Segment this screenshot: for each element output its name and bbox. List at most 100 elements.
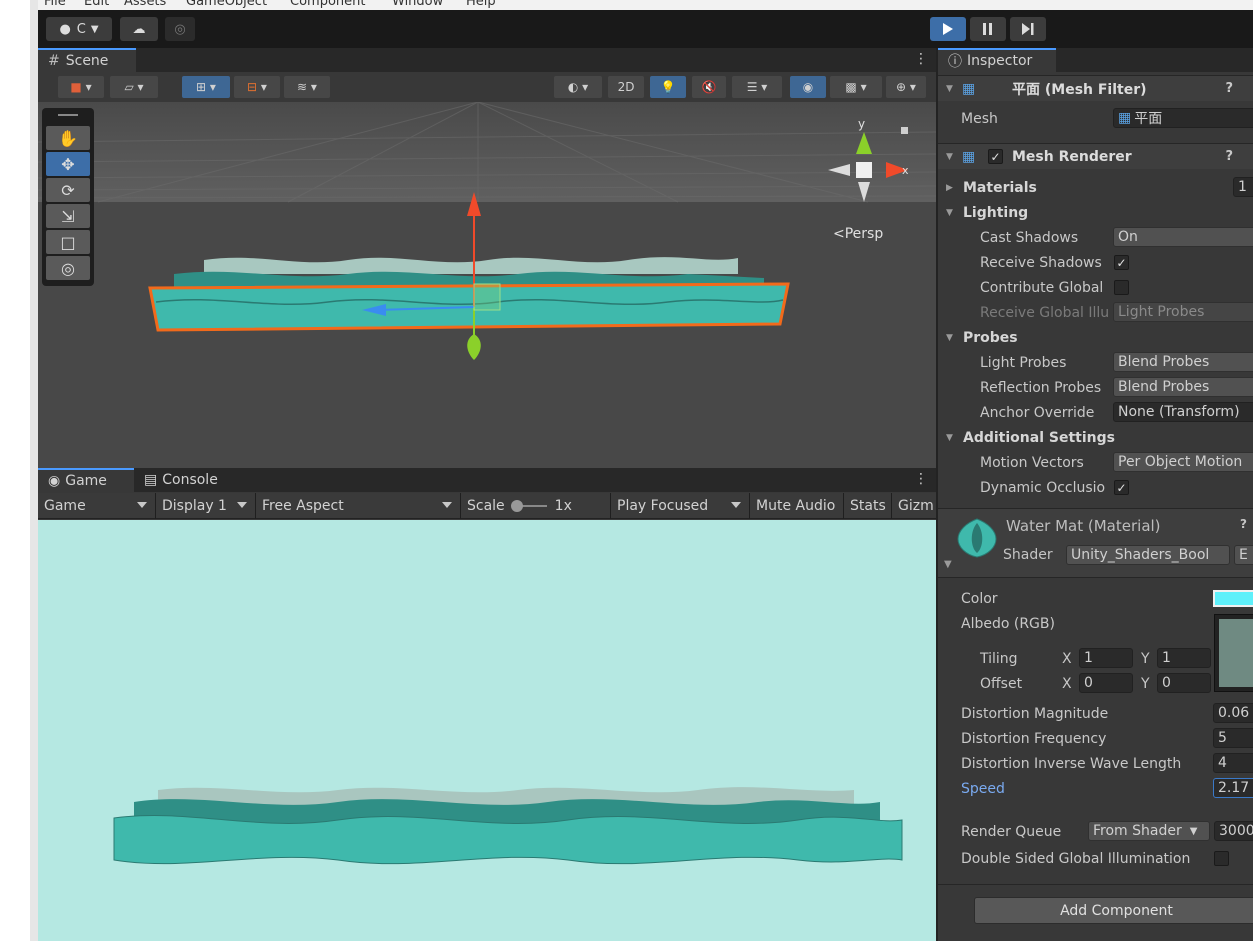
game-mode-dropdown[interactable]: Game: [38, 493, 156, 519]
scale-slider-thumb[interactable]: [510, 500, 523, 512]
help-icon[interactable]: ?: [1240, 517, 1247, 531]
menu-assets[interactable]: Assets: [124, 0, 166, 9]
materials-count-field[interactable]: 1: [1233, 177, 1253, 197]
account-button[interactable]: ● C ▼: [46, 17, 112, 41]
double-sided-checkbox[interactable]: [1214, 851, 1229, 866]
lighting-toggle-button[interactable]: 💡: [650, 76, 686, 98]
tab-inspector[interactable]: ⓘ Inspector: [938, 48, 1056, 72]
light-probes-dropdown[interactable]: Blend Probes: [1113, 352, 1253, 372]
anchor-override-field[interactable]: None (Transform): [1113, 402, 1253, 422]
cast-shadows-row: Cast Shadows On: [938, 225, 1253, 250]
receive-shadows-checkbox[interactable]: ✓: [1114, 255, 1129, 270]
material-header[interactable]: Water Mat (Material) ? Shader Unity_Shad…: [938, 508, 1253, 578]
mesh-renderer-enabled-checkbox[interactable]: ✓: [988, 149, 1003, 164]
rect-tool-button[interactable]: □: [46, 230, 90, 254]
console-icon: ▤: [144, 472, 158, 488]
display-dropdown[interactable]: Display 1: [156, 493, 256, 519]
shader-dropdown[interactable]: Unity_Shaders_Bool: [1066, 545, 1230, 565]
help-icon[interactable]: ?: [1225, 81, 1233, 96]
menu-window[interactable]: Window: [392, 0, 443, 9]
motion-vectors-row: Motion Vectors Per Object Motion: [938, 450, 1253, 475]
motion-vectors-dropdown[interactable]: Per Object Motion: [1113, 452, 1253, 472]
help-icon[interactable]: ?: [1225, 149, 1233, 164]
mute-audio-toggle[interactable]: Mute Audio: [750, 493, 844, 519]
menu-gameobject[interactable]: GameObject: [186, 0, 267, 9]
game-more-icon[interactable]: ⋮: [914, 471, 928, 487]
offset-y-field[interactable]: 0: [1157, 673, 1211, 693]
shader-edit-button[interactable]: E: [1234, 545, 1253, 565]
render-queue-field[interactable]: 3000: [1214, 821, 1253, 841]
tiling-y-field[interactable]: 1: [1157, 648, 1211, 668]
rotate-tool-button[interactable]: ⟳: [46, 178, 90, 202]
ruler-button[interactable]: ≋ ▾: [284, 76, 330, 98]
mesh-filter-header[interactable]: ▼ ▦ 平面 (Mesh Filter) ?: [938, 75, 1253, 101]
pause-button[interactable]: [970, 17, 1006, 41]
cloud-button[interactable]: ☁: [120, 17, 158, 41]
toggle-2d-button[interactable]: 2D: [608, 76, 644, 98]
camera-button[interactable]: ▩ ▾: [830, 76, 882, 98]
tiling-y-value: 1: [1162, 650, 1171, 666]
lightbulb-icon: 💡: [660, 80, 676, 94]
scene-viewport[interactable]: y x <Persp: [38, 102, 936, 468]
additional-settings-row[interactable]: ▼ Additional Settings: [938, 425, 1253, 450]
hidden-objects-button[interactable]: ◉: [790, 76, 826, 98]
dynamic-occlusion-checkbox[interactable]: ✓: [1114, 480, 1129, 495]
game-view[interactable]: [38, 520, 936, 941]
effects-button[interactable]: ☰ ▾: [732, 76, 782, 98]
color-swatch[interactable]: [1213, 590, 1253, 607]
move-tool-button[interactable]: ✥: [46, 152, 90, 176]
lighting-row[interactable]: ▼ Lighting: [938, 200, 1253, 225]
audio-toggle-button[interactable]: 🔇: [692, 76, 726, 98]
tab-console[interactable]: ▤ Console: [134, 468, 234, 492]
contribute-global-checkbox[interactable]: [1114, 280, 1129, 295]
play-button[interactable]: [930, 17, 966, 41]
palette-handle[interactable]: [58, 114, 78, 116]
more-icon[interactable]: ⋮: [914, 51, 928, 67]
distortion-frequency-field[interactable]: 5: [1213, 728, 1253, 748]
speed-value: 2.17: [1218, 780, 1250, 796]
gizmo-plane-handle[interactable]: [473, 283, 501, 311]
add-component-button[interactable]: Add Component: [974, 897, 1253, 924]
render-queue-dropdown[interactable]: From Shader ▼: [1088, 821, 1210, 841]
snap-increment-button[interactable]: ⊟ ▾: [234, 76, 280, 98]
step-button[interactable]: [1010, 17, 1046, 41]
snap-icon: ⊟: [247, 80, 258, 94]
menu-component[interactable]: Component: [290, 0, 365, 9]
offset-x-field[interactable]: 0: [1079, 673, 1133, 693]
distortion-magnitude-field[interactable]: 0.06: [1213, 703, 1253, 723]
menu-file[interactable]: File: [44, 0, 66, 9]
materials-row[interactable]: ▶ Materials 1: [938, 175, 1253, 200]
scale-slider[interactable]: [510, 500, 547, 512]
gizmos-button[interactable]: ⊕ ▾: [886, 76, 926, 98]
tiling-x-field[interactable]: 1: [1079, 648, 1133, 668]
gizmo-center-cube[interactable]: [856, 162, 872, 178]
chevron-down-icon[interactable]: ▼: [944, 559, 952, 570]
orientation-button[interactable]: ▱ ▾: [110, 76, 158, 98]
aspect-dropdown[interactable]: Free Aspect: [256, 493, 461, 519]
hand-tool-button[interactable]: ✋: [46, 126, 90, 150]
menu-edit[interactable]: Edit: [84, 0, 109, 9]
menu-help[interactable]: Help: [466, 0, 496, 9]
reflection-probes-dropdown[interactable]: Blend Probes: [1113, 377, 1253, 397]
stats-toggle[interactable]: Stats: [844, 493, 892, 519]
grid-snap-button[interactable]: ⊞ ▾: [182, 76, 230, 98]
mesh-field[interactable]: ▦ 平面: [1113, 108, 1253, 128]
tab-game[interactable]: ◉ Game: [38, 468, 134, 492]
shading-mode-button[interactable]: ◐ ▾: [554, 76, 602, 98]
probes-row[interactable]: ▼ Probes: [938, 325, 1253, 350]
tab-scene[interactable]: # Scene: [38, 48, 136, 72]
cube-icon: ▱: [124, 80, 134, 94]
speed-field[interactable]: 2.17: [1213, 778, 1253, 798]
scale-tool-button[interactable]: ⇲: [46, 204, 90, 228]
distortion-wavelength-field[interactable]: 4: [1213, 753, 1253, 773]
draw-mode-button[interactable]: ■ ▾: [58, 76, 104, 98]
mesh-renderer-header[interactable]: ▼ ▦ ✓ Mesh Renderer ?: [938, 143, 1253, 169]
play-focused-dropdown[interactable]: Play Focused: [611, 493, 750, 519]
contribute-global-row: Contribute Global: [938, 275, 1253, 300]
persp-label[interactable]: <Persp: [833, 226, 883, 242]
transform-tool-button[interactable]: ◎: [46, 256, 90, 280]
chevron-down-icon: ▼: [946, 152, 953, 162]
gizmos-toggle[interactable]: Gizm: [892, 493, 936, 519]
cast-shadows-dropdown[interactable]: On: [1113, 227, 1253, 247]
collab-button[interactable]: ◎: [165, 17, 195, 41]
